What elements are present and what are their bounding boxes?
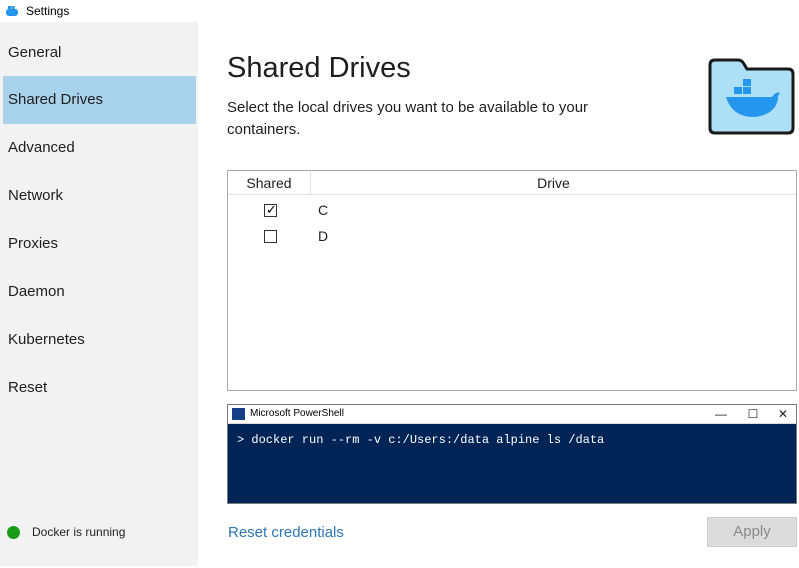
shared-checkbox-c[interactable]: ✓	[264, 202, 277, 217]
page-title: Shared Drives	[227, 52, 411, 84]
sidebar-item-shared-drives[interactable]: Shared Drives	[3, 76, 196, 124]
sidebar-item-kubernetes[interactable]: Kubernetes	[3, 316, 196, 364]
table-header: Shared Drive	[228, 171, 796, 195]
sidebar-item-daemon[interactable]: Daemon	[3, 268, 196, 316]
sidebar-item-proxies[interactable]: Proxies	[3, 220, 196, 268]
apply-button[interactable]: Apply	[707, 517, 797, 547]
powershell-window: Microsoft PowerShell — ☐ ✕ > docker run …	[227, 404, 797, 504]
close-icon[interactable]: ✕	[768, 405, 798, 423]
drives-table: Shared Drive ✓ C D	[227, 170, 797, 391]
page-description: Select the local drives you want to be a…	[227, 99, 589, 138]
drive-label: C	[318, 202, 329, 218]
drive-label: D	[318, 228, 329, 244]
powershell-console: > docker run --rm -v c:/Users:/data alpi…	[228, 424, 796, 503]
table-row: D	[228, 224, 796, 248]
column-header-shared[interactable]: Shared	[228, 171, 311, 195]
minimize-icon[interactable]: —	[706, 405, 736, 423]
checkmark-icon: ✓	[266, 202, 277, 217]
main-panel: Shared Drives Select the local drives yo…	[198, 22, 799, 566]
powershell-icon	[232, 408, 245, 420]
docker-folder-logo-icon	[708, 58, 795, 135]
powershell-title: Microsoft PowerShell	[250, 408, 344, 419]
column-header-drive[interactable]: Drive	[311, 171, 796, 195]
reset-credentials-link[interactable]: Reset credentials	[228, 524, 344, 541]
maximize-icon[interactable]: ☐	[738, 405, 768, 423]
sidebar-item-network[interactable]: Network	[3, 172, 196, 220]
sidebar-item-reset[interactable]: Reset	[3, 364, 196, 412]
docker-status: Docker is running	[7, 523, 125, 541]
sidebar: General Shared Drives Advanced Network P…	[0, 22, 198, 566]
window-title: Settings	[26, 4, 70, 18]
shared-checkbox-d[interactable]	[264, 230, 277, 243]
table-row: ✓ C	[228, 198, 796, 222]
sidebar-item-advanced[interactable]: Advanced	[3, 124, 196, 172]
powershell-titlebar: Microsoft PowerShell — ☐ ✕	[228, 405, 796, 424]
window-titlebar: Settings	[0, 0, 799, 22]
status-indicator-icon	[7, 525, 20, 539]
status-text: Docker is running	[32, 525, 126, 539]
docker-whale-icon	[6, 6, 18, 16]
sidebar-item-general[interactable]: General	[3, 29, 196, 77]
powershell-command: > docker run --rm -v c:/Users:/data alpi…	[237, 433, 605, 447]
